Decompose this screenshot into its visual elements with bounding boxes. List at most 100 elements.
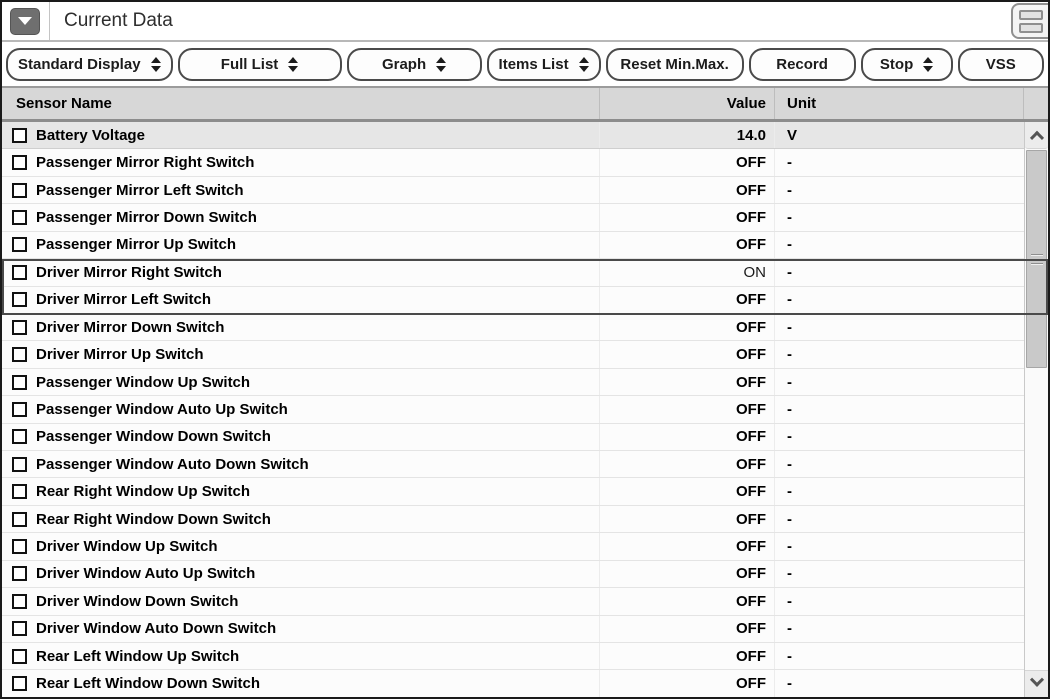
sensor-unit: -: [787, 428, 792, 445]
sensor-name: Rear Right Window Up Switch: [36, 483, 250, 500]
stop-dropdown[interactable]: Stop: [861, 48, 953, 81]
vertical-scrollbar[interactable]: [1024, 122, 1048, 697]
split-view-button[interactable]: [1011, 3, 1050, 39]
display-mode-label: Standard Display: [18, 56, 141, 73]
sensor-value: OFF: [736, 428, 766, 445]
sensor-value: OFF: [736, 209, 766, 226]
sensor-rows: Battery Voltage 14.0 V Passenger Mirror …: [2, 122, 1024, 697]
row-checkbox[interactable]: [12, 210, 27, 225]
row-checkbox[interactable]: [12, 649, 27, 664]
sensor-unit: -: [787, 620, 792, 637]
table-row[interactable]: Driver Window Up Switch OFF -: [2, 533, 1024, 560]
row-checkbox[interactable]: [12, 676, 27, 691]
row-checkbox[interactable]: [12, 429, 27, 444]
table-row[interactable]: Rear Right Window Down Switch OFF -: [2, 506, 1024, 533]
table-row[interactable]: Rear Right Window Up Switch OFF -: [2, 478, 1024, 505]
scroll-down-button[interactable]: [1025, 670, 1048, 697]
row-checkbox[interactable]: [12, 375, 27, 390]
vss-button[interactable]: VSS: [958, 48, 1044, 81]
row-checkbox[interactable]: [12, 402, 27, 417]
row-checkbox[interactable]: [12, 183, 27, 198]
sensor-value: OFF: [736, 374, 766, 391]
sensor-name: Rear Left Window Up Switch: [36, 648, 239, 665]
row-checkbox[interactable]: [12, 320, 27, 335]
sensor-unit: -: [787, 346, 792, 363]
table-row[interactable]: Driver Mirror Left Switch OFF -: [2, 287, 1024, 314]
sensor-name: Rear Left Window Down Switch: [36, 675, 260, 692]
stop-label: Stop: [880, 56, 913, 73]
list-mode-label: Full List: [221, 56, 279, 73]
sensor-unit: -: [787, 565, 792, 582]
table-row[interactable]: Driver Window Auto Down Switch OFF -: [2, 616, 1024, 643]
list-mode-dropdown[interactable]: Full List: [178, 48, 342, 81]
row-checkbox[interactable]: [12, 621, 27, 636]
row-checkbox[interactable]: [12, 594, 27, 609]
spinner-arrows-icon: [579, 57, 589, 72]
column-header-sensor-name: Sensor Name: [2, 88, 600, 119]
row-checkbox[interactable]: [12, 457, 27, 472]
table-row[interactable]: Passenger Window Down Switch OFF -: [2, 424, 1024, 451]
row-checkbox[interactable]: [12, 128, 27, 143]
table-row[interactable]: Passenger Mirror Right Switch OFF -: [2, 149, 1024, 176]
table-row[interactable]: Passenger Window Up Switch OFF -: [2, 369, 1024, 396]
table-row[interactable]: Driver Mirror Down Switch OFF -: [2, 314, 1024, 341]
sensor-unit: -: [787, 401, 792, 418]
graph-dropdown[interactable]: Graph: [347, 48, 482, 81]
row-checkbox[interactable]: [12, 539, 27, 554]
sensor-unit: -: [787, 264, 792, 281]
sensor-unit: -: [787, 154, 792, 171]
sensor-unit: -: [787, 374, 792, 391]
record-button[interactable]: Record: [749, 48, 856, 81]
table-row[interactable]: Driver Mirror Right Switch ON -: [2, 259, 1024, 286]
sensor-unit: -: [787, 593, 792, 610]
sensor-name: Driver Window Up Switch: [36, 538, 218, 555]
table-row[interactable]: Driver Window Down Switch OFF -: [2, 588, 1024, 615]
table-row[interactable]: Rear Left Window Up Switch OFF -: [2, 643, 1024, 670]
row-checkbox[interactable]: [12, 347, 27, 362]
row-checkbox[interactable]: [12, 237, 27, 252]
sensor-value: OFF: [736, 675, 766, 692]
column-header-scrollbar-stub: [1024, 88, 1048, 119]
row-checkbox[interactable]: [12, 155, 27, 170]
row-checkbox[interactable]: [12, 265, 27, 280]
sensor-value: ON: [744, 264, 767, 281]
reset-min-max-label: Reset Min.Max.: [620, 56, 728, 73]
table-row[interactable]: Rear Left Window Down Switch OFF -: [2, 670, 1024, 696]
table-row[interactable]: Passenger Window Auto Down Switch OFF -: [2, 451, 1024, 478]
items-list-dropdown[interactable]: Items List: [487, 48, 601, 81]
row-checkbox[interactable]: [12, 292, 27, 307]
stacked-panes-icon: [1019, 23, 1043, 33]
sensor-unit: -: [787, 319, 792, 336]
sensor-value: OFF: [736, 456, 766, 473]
table-row[interactable]: Battery Voltage 14.0 V: [2, 122, 1024, 149]
scroll-up-button[interactable]: [1025, 122, 1048, 149]
titlebar-divider: [49, 2, 50, 40]
row-checkbox[interactable]: [12, 512, 27, 527]
table-row[interactable]: Driver Mirror Up Switch OFF -: [2, 341, 1024, 368]
window-menu-button[interactable]: [10, 8, 40, 35]
spinner-arrows-icon: [436, 57, 446, 72]
page-title: Current Data: [64, 10, 173, 32]
record-label: Record: [776, 56, 828, 73]
scrollbar-thumb[interactable]: [1026, 150, 1047, 368]
sensor-name: Passenger Window Auto Up Switch: [36, 401, 288, 418]
current-data-window: Current Data Standard Display Full List …: [0, 0, 1050, 699]
reset-min-max-button[interactable]: Reset Min.Max.: [606, 48, 744, 81]
table-row[interactable]: Passenger Mirror Down Switch OFF -: [2, 204, 1024, 231]
sensor-unit: -: [787, 291, 792, 308]
row-checkbox[interactable]: [12, 566, 27, 581]
scrollbar-track[interactable]: [1025, 368, 1048, 670]
table-row[interactable]: Passenger Mirror Left Switch OFF -: [2, 177, 1024, 204]
table-row[interactable]: Passenger Mirror Up Switch OFF -: [2, 232, 1024, 259]
table-row[interactable]: Driver Window Auto Up Switch OFF -: [2, 561, 1024, 588]
row-checkbox[interactable]: [12, 484, 27, 499]
display-mode-dropdown[interactable]: Standard Display: [6, 48, 173, 81]
sensor-name: Driver Mirror Up Switch: [36, 346, 204, 363]
sensor-unit: -: [787, 236, 792, 253]
table-row[interactable]: Passenger Window Auto Up Switch OFF -: [2, 396, 1024, 423]
sensor-name: Passenger Mirror Right Switch: [36, 154, 254, 171]
sensor-value: OFF: [736, 483, 766, 500]
sensor-value: OFF: [736, 593, 766, 610]
sensor-name: Passenger Mirror Left Switch: [36, 182, 244, 199]
spinner-arrows-icon: [923, 57, 933, 72]
